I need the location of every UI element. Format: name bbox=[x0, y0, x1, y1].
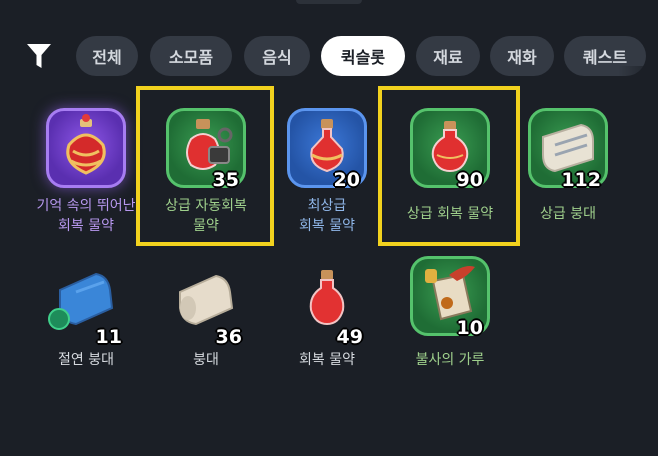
tab-materials[interactable]: 재료 bbox=[416, 36, 480, 76]
item-immortal-powder[interactable]: 10 불사의 가루 bbox=[390, 256, 510, 372]
item-icon-frame: 20 bbox=[287, 108, 367, 191]
item-label: 상급 붕대 bbox=[540, 206, 596, 222]
item-icon-frame: 11 bbox=[46, 262, 126, 348]
tab-all[interactable]: 전체 bbox=[76, 36, 138, 76]
item-quantity: 10 bbox=[456, 317, 483, 339]
highlight-box-advanced-recovery bbox=[378, 86, 520, 246]
tab-food[interactable]: 음식 bbox=[244, 36, 310, 76]
item-supreme-recovery-potion[interactable]: 20 최상급 회복 물약 bbox=[267, 108, 387, 238]
tab-consumables[interactable]: 소모품 bbox=[150, 36, 232, 76]
item-icon-frame: 36 bbox=[166, 262, 246, 348]
item-icon-frame: 49 bbox=[287, 262, 367, 348]
item-label-line2: 회복 물약 bbox=[58, 218, 114, 234]
item-quantity: 11 bbox=[95, 326, 122, 348]
item-bandage[interactable]: 36 붕대 bbox=[146, 262, 266, 372]
top-handle bbox=[296, 0, 362, 4]
item-label: 붕대 bbox=[193, 352, 219, 368]
basket-badge-icon bbox=[48, 308, 70, 330]
item-label: 회복 물약 bbox=[299, 352, 355, 368]
tab-currency[interactable]: 재화 bbox=[490, 36, 554, 76]
item-label-line2: 회복 물약 bbox=[299, 218, 355, 234]
item-label: 최상급 bbox=[307, 198, 347, 214]
item-memory-potion[interactable]: 기억 속의 뛰어난 회복 물약 bbox=[26, 108, 146, 238]
item-label: 절연 붕대 bbox=[58, 352, 114, 368]
item-quantity: 112 bbox=[561, 169, 601, 191]
item-icon-frame: 112 bbox=[528, 108, 608, 191]
ornate-potion-icon bbox=[66, 114, 106, 175]
item-label: 기억 속의 뛰어난 bbox=[36, 198, 136, 214]
item-label: 불사의 가루 bbox=[415, 352, 485, 368]
category-filter-bar: 전체 소모품 음식 퀵슬롯 재료 재화 퀘스트 bbox=[0, 36, 658, 118]
item-advanced-bandage[interactable]: 112 상급 붕대 bbox=[508, 108, 628, 238]
tab-quickslot[interactable]: 퀵슬롯 bbox=[321, 36, 405, 76]
item-insulated-bandage[interactable]: 11 절연 붕대 bbox=[26, 262, 146, 372]
item-quantity: 49 bbox=[336, 326, 363, 348]
item-icon-frame bbox=[46, 108, 126, 188]
highlight-box-auto-recovery bbox=[136, 86, 274, 246]
item-icon-frame: 10 bbox=[410, 256, 490, 339]
item-quantity: 36 bbox=[215, 326, 242, 348]
funnel-icon[interactable] bbox=[26, 42, 52, 70]
item-recovery-potion[interactable]: 49 회복 물약 bbox=[267, 262, 387, 372]
item-quantity: 20 bbox=[333, 169, 360, 191]
